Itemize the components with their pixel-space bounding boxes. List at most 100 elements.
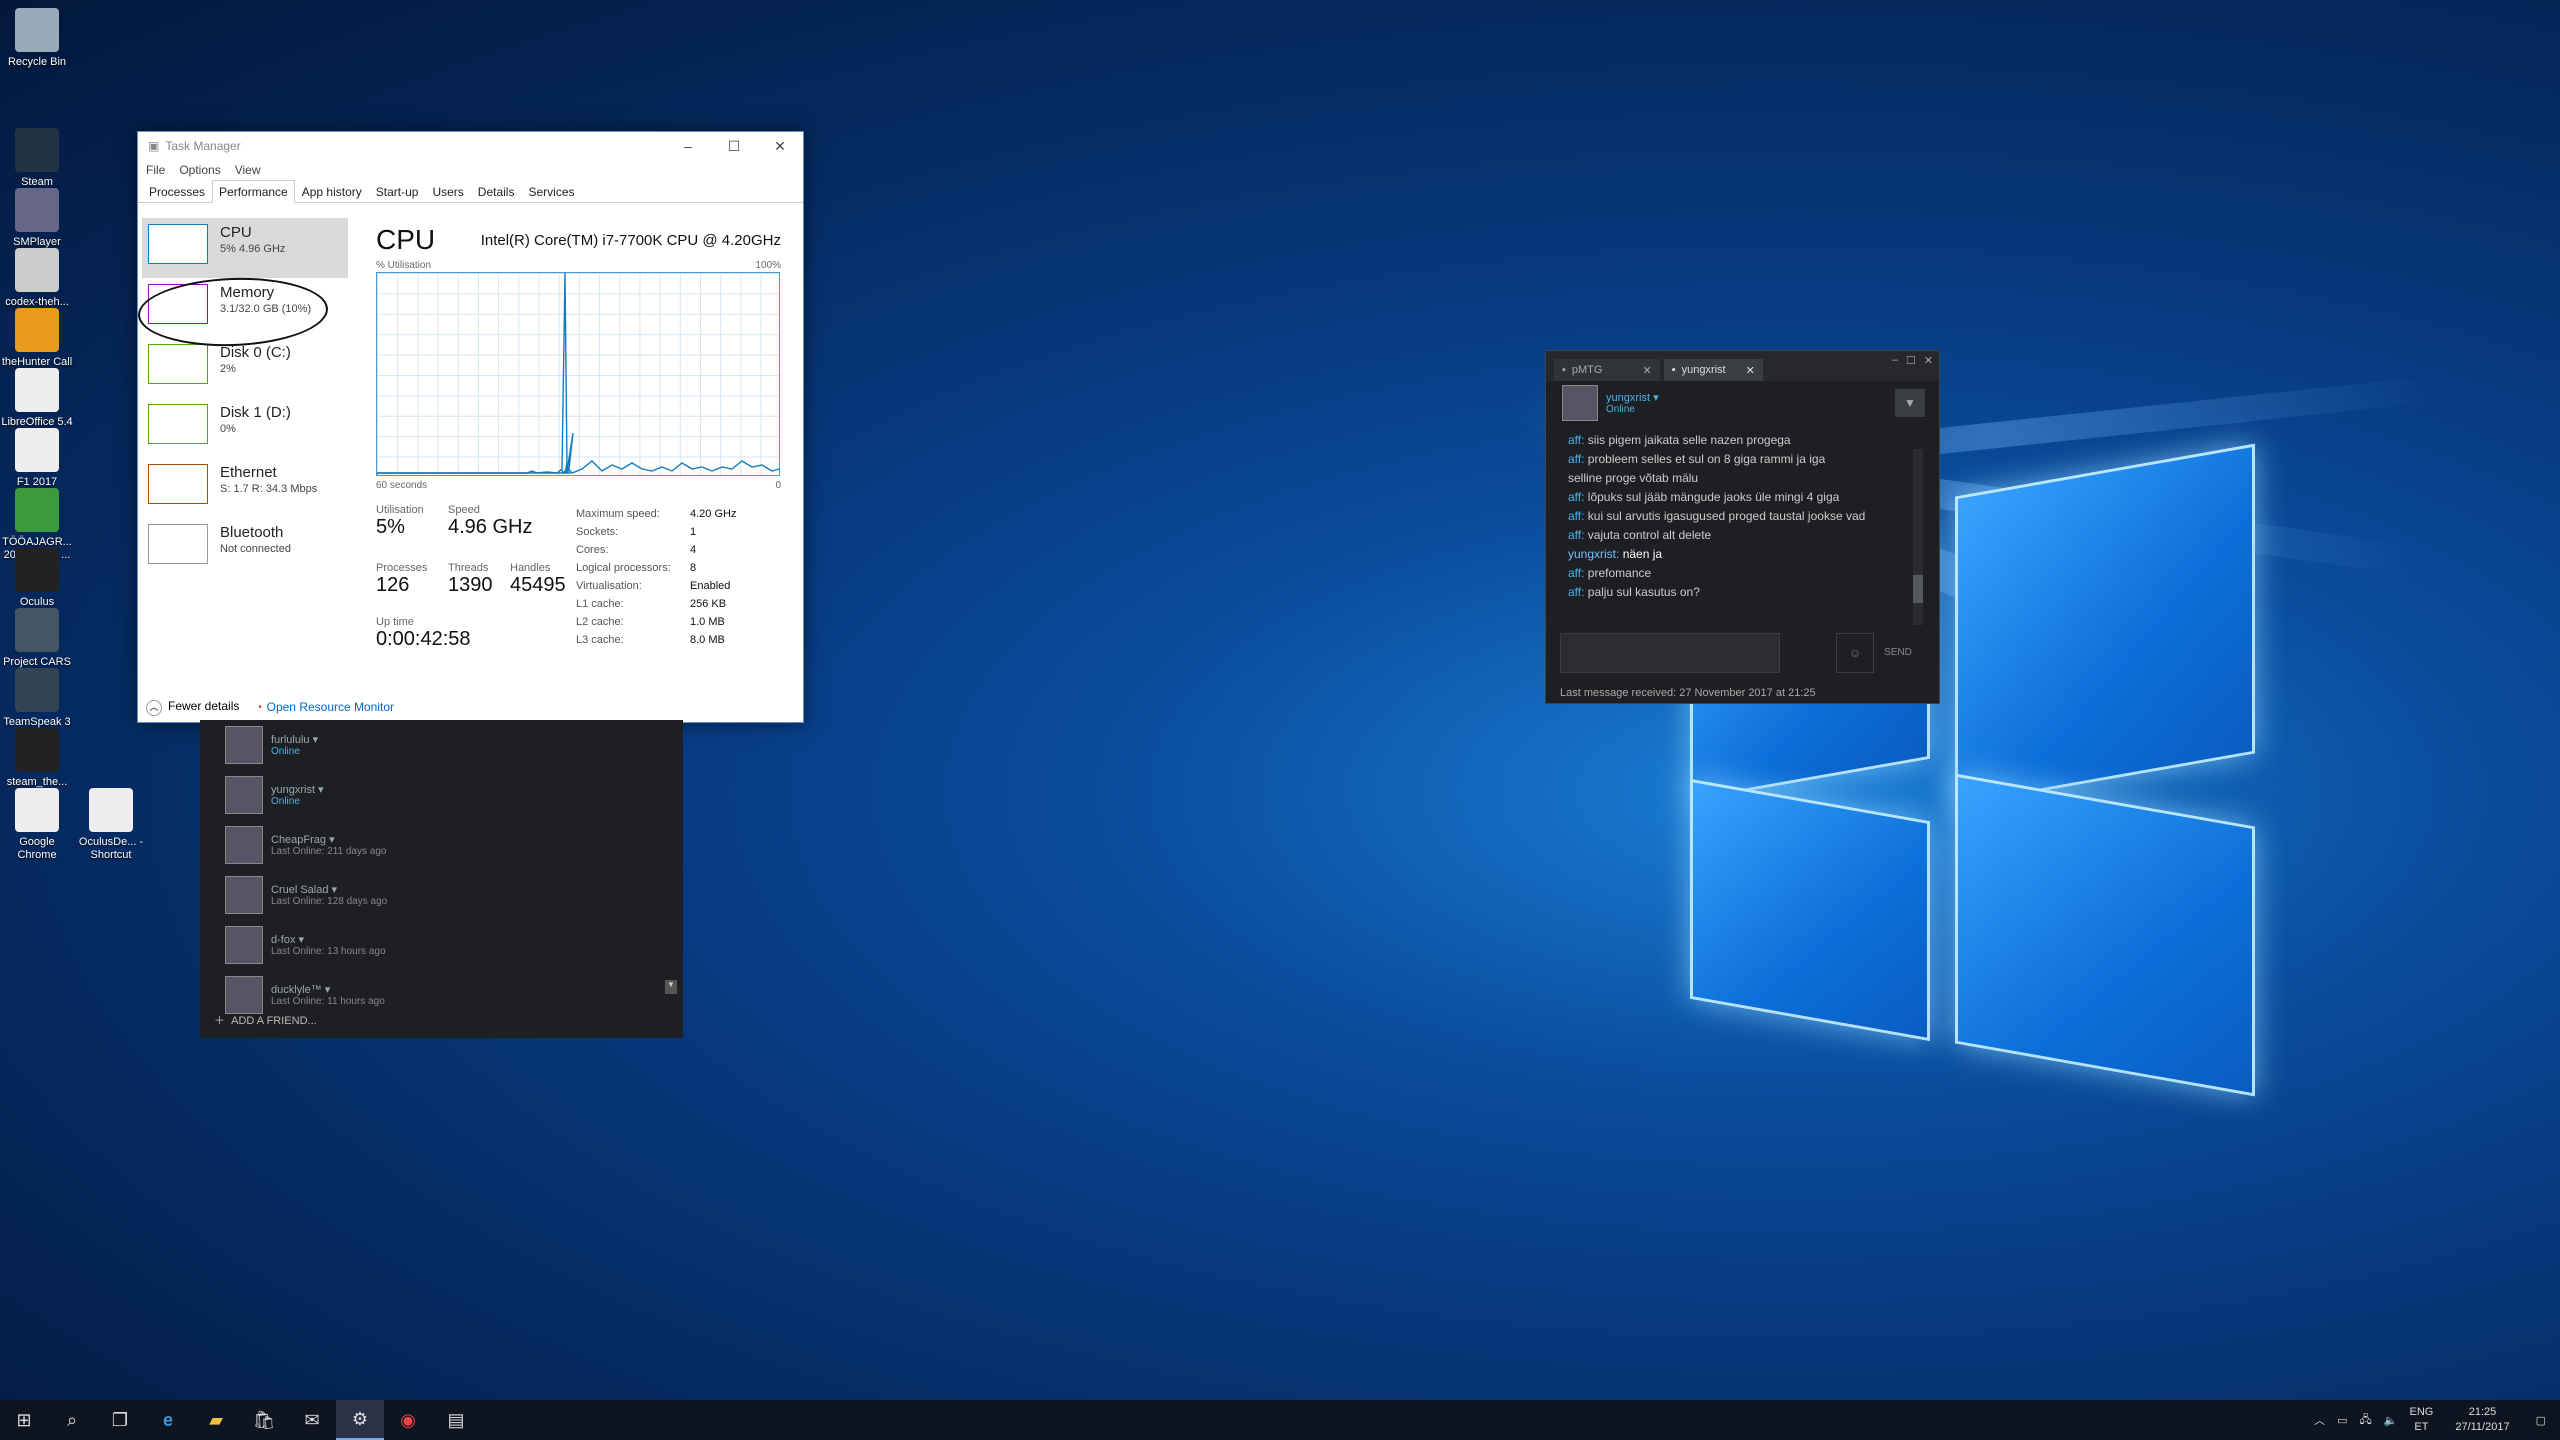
desktop-icon[interactable]: Oculus [0,548,74,609]
chat-tab-yungxrist[interactable]: ▪ yungxrist ✕ [1663,359,1763,381]
dropdown-icon[interactable]: ▾ [315,784,324,796]
clock[interactable]: 21:25 27/11/2017 [2455,1405,2509,1435]
edge-icon: e [162,1409,173,1430]
sidebar-item-label: Ethernet [220,464,277,481]
avatar[interactable] [1562,385,1598,421]
dropdown-icon[interactable]: ▾ [322,984,331,996]
chat-options-button[interactable]: ▼ [1895,389,1925,417]
emoticon-button[interactable]: ☺ [1836,633,1874,673]
hunter-icon [15,308,59,352]
dropdown-icon[interactable]: ▾ [295,934,305,946]
chat-message-input[interactable] [1560,633,1780,673]
sidebar-item-disk-1-d[interactable]: Disk 1 (D:) 0% [142,398,348,458]
search-icon: ⌕ [66,1409,78,1430]
chat-text: probleem selles et sul on 8 giga rammi j… [1587,452,1826,466]
tab-bar: Processes Performance App history Start-up U… [138,180,803,203]
desktop-icon[interactable]: F1 2017 [0,428,74,489]
chat-username[interactable]: yungxrist ▾ [1606,391,1659,404]
send-button[interactable]: SEND [1878,633,1918,671]
language-indicator[interactable]: ENG ET [2410,1405,2434,1435]
network-icon[interactable]: 🖧 [2360,1411,2372,1430]
chat-sender: yungxrist [1568,547,1617,561]
sidebar-item-cpu[interactable]: CPU 5% 4.96 GHz [142,218,348,278]
taskbar-steam[interactable]: ⚙ [336,1400,384,1440]
desktop-icon[interactable]: steam_the... [0,728,74,789]
friend-row[interactable]: furlululu ▾ Online [200,720,683,770]
maximize-button[interactable]: ☐ [711,138,757,155]
desktop-icon[interactable]: OculusDe... - Shortcut [74,788,148,862]
tab-users[interactable]: Users [425,180,470,202]
notification-icon[interactable]: ▢ [2536,1414,2546,1427]
desktop-icon[interactable]: Recycle Bin [0,8,74,69]
menu-item[interactable]: Options [179,163,220,177]
desktop-icon[interactable]: Steam [0,128,74,189]
title-bar[interactable]: ▣ Task Manager – ☐ ✕ [138,132,803,160]
desktop-icon[interactable]: LibreOffice 5.4 [0,368,74,429]
usb-icon[interactable]: ▭ [2337,1414,2347,1427]
task-view-button[interactable]: ❐ [96,1400,144,1440]
close-icon[interactable]: ✕ [1746,364,1755,377]
menu-item[interactable]: File [146,163,165,177]
chat-bubble-icon: ▪ [1562,364,1566,376]
chat-text: selline proge võtab mälu [1568,471,1699,485]
friend-row[interactable]: Cruel Salad ▾ Last Online: 128 days ago [200,870,683,920]
scrollbar-thumb[interactable] [1913,575,1923,603]
chat-scrollbar[interactable] [1913,449,1923,625]
pcars-icon [15,608,59,652]
chat-sender: aff [1568,490,1582,504]
tab-processes[interactable]: Processes [142,180,212,202]
mini-graph [148,404,208,444]
desktop-icon[interactable]: SMPlayer [0,188,74,249]
avatar [225,826,263,864]
task-manager-icon: ▤ [447,1409,465,1430]
chat-tab-pmtg[interactable]: ▪ pMTG ✕ [1554,359,1660,381]
close-icon[interactable]: ✕ [1642,364,1651,377]
minimize-button[interactable]: – [1892,354,1898,367]
taskbar-store[interactable]: 🛍 [240,1400,288,1440]
sidebar-item-disk-0-c[interactable]: Disk 0 (C:) 2% [142,338,348,398]
start-button[interactable]: ⊞ [0,1400,48,1440]
tab-start-up[interactable]: Start-up [369,180,426,202]
taskbar-task-manager[interactable]: ▤ [432,1400,480,1440]
chat-sender: aff [1568,528,1582,542]
scroll-down-arrow[interactable]: ▼ [665,980,677,994]
spec-row: Logical processors: 8 [576,562,736,580]
minimize-button[interactable]: – [665,138,711,155]
friend-row[interactable]: d-fox ▾ Last Online: 13 hours ago [200,920,683,970]
sidebar-item-ethernet[interactable]: Ethernet S: 1.7 R: 34.3 Mbps [142,458,348,518]
sidebar-item-bluetooth[interactable]: Bluetooth Not connected [142,518,348,578]
search-button[interactable]: ⌕ [48,1400,96,1440]
spec-value: 4.20 GHz [690,508,737,520]
spec-key: Sockets: [576,526,619,538]
tab-app-history[interactable]: App history [295,180,369,202]
add-friend-button[interactable]: ＋ ADD A FRIEND... [214,1012,317,1028]
tab-services[interactable]: Services [521,180,581,202]
desktop-icon[interactable]: codex-theh... [0,248,74,309]
taskbar-explorer[interactable]: ▰ [192,1400,240,1440]
dropdown-icon[interactable]: ▾ [326,834,335,846]
friend-row[interactable]: yungxrist ▾ Online [200,770,683,820]
windows-icon: ⊞ [16,1409,32,1430]
tab-performance[interactable]: Performance [212,180,295,203]
taskbar-edge[interactable]: e [144,1400,192,1440]
chevron-down-icon: ▼ [1904,396,1916,410]
chevron-up-icon[interactable]: ︿ [2314,1412,2325,1428]
volume-icon[interactable]: 🔈 [2384,1414,2398,1427]
desktop-icon[interactable]: Google Chrome [0,788,74,862]
maximize-button[interactable]: ☐ [1906,354,1916,367]
dropdown-icon[interactable]: ▾ [328,884,338,896]
taskbar-chrome[interactable]: ◉ [384,1400,432,1440]
friend-row[interactable]: CheapFrag ▾ Last Online: 211 days ago [200,820,683,870]
open-resource-monitor-link[interactable]: ◔ Open Resource Monitor [255,700,394,714]
close-button[interactable]: ✕ [1924,354,1933,367]
dropdown-icon[interactable]: ▾ [310,734,319,746]
fewer-details-button[interactable]: ︿ Fewer details [146,699,239,716]
tab-details[interactable]: Details [471,180,522,202]
friend-status: Online [271,746,300,757]
smplayer-icon [15,188,59,232]
mini-graph [148,524,208,564]
spec-row: Virtualisation: Enabled [576,580,736,598]
close-button[interactable]: ✕ [757,138,803,155]
menu-item[interactable]: View [235,163,261,177]
taskbar-mail[interactable]: ✉ [288,1400,336,1440]
